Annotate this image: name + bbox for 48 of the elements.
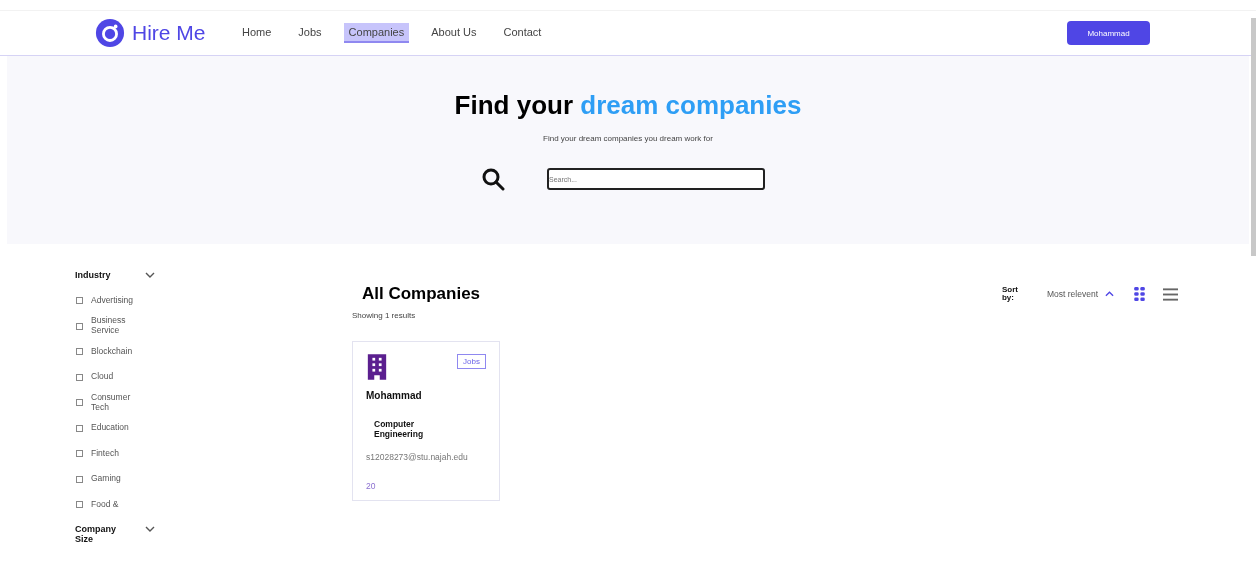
checkbox[interactable] — [76, 424, 83, 432]
nav-link[interactable]: Contact — [498, 23, 547, 43]
caret-icon[interactable] — [1105, 291, 1114, 297]
filter-option[interactable]: Food & — [91, 499, 146, 510]
nav-link[interactable]: About Us — [426, 23, 482, 43]
filter-option[interactable]: Advertising — [91, 295, 146, 306]
nav-link[interactable]: Jobs — [293, 23, 327, 43]
logo-icon — [95, 18, 125, 48]
brand-name[interactable]: Hire Me — [132, 21, 206, 45]
search-icon[interactable] — [481, 167, 505, 191]
list-view-icon[interactable] — [1163, 287, 1178, 301]
results-count: Showing 1 results — [352, 311, 417, 320]
building-icon — [366, 354, 388, 380]
filter-option[interactable]: Cloud — [91, 372, 146, 383]
nav-link[interactable]: Home — [237, 23, 277, 43]
checkbox[interactable] — [76, 373, 83, 381]
checkbox[interactable] — [76, 450, 83, 458]
hero-title: Find your dream companies — [454, 90, 802, 121]
chevron-icon[interactable] — [145, 525, 155, 532]
chevron-icon[interactable] — [145, 272, 155, 278]
filter-option[interactable]: Education — [91, 423, 146, 434]
sort-dropdown[interactable]: Most relevent — [1046, 289, 1098, 299]
checkbox[interactable] — [76, 348, 83, 356]
section-title: All Companies — [362, 284, 481, 304]
company-number: 20 — [366, 481, 377, 492]
jobs-tag[interactable]: Jobs — [457, 354, 486, 369]
checkbox[interactable] — [76, 322, 83, 330]
filter-option[interactable]: Business Service — [91, 316, 146, 336]
sort-label: Sort by: — [1001, 286, 1019, 302]
nav-link[interactable]: Companies — [343, 23, 410, 43]
checkbox[interactable] — [76, 501, 83, 509]
checkbox[interactable] — [76, 297, 83, 305]
grid-view-icon[interactable] — [1134, 287, 1145, 301]
company-card[interactable]: Jobs Mohammad Computer Engineering s12028273@stu.najah.edu 20 — [352, 341, 500, 501]
filter-option[interactable]: Fintech — [91, 448, 146, 459]
filter-option[interactable]: Blockchain — [91, 346, 146, 357]
scrollbar[interactable] — [1251, 18, 1256, 256]
filter-option[interactable]: Gaming — [91, 474, 146, 485]
checkbox[interactable] — [76, 475, 83, 483]
company-name: Mohammad — [366, 390, 423, 401]
filter-option[interactable]: Consumer Tech — [91, 393, 146, 413]
company-field: Computer Engineering — [374, 419, 444, 440]
checkbox[interactable] — [76, 399, 83, 407]
company-email: s12028273@stu.najah.edu — [366, 452, 469, 463]
user-button[interactable]: Mohammad — [1067, 21, 1150, 45]
hero-subtitle: Find your dream companies you dream work for — [543, 134, 713, 143]
filter-title: Company Size — [75, 523, 117, 544]
filter-title: Industry — [75, 270, 112, 280]
